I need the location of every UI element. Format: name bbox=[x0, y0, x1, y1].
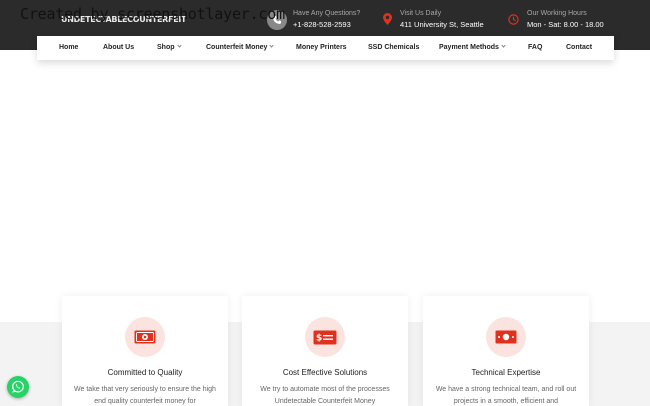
watermark-text: Created by screenshotlayer.com bbox=[20, 5, 285, 23]
svg-text:$: $ bbox=[316, 333, 322, 343]
main-nav: Home About Us Shop Counterfeit Money Mon… bbox=[37, 36, 614, 60]
contact-label: Visit Us Daily bbox=[400, 10, 442, 17]
icon-circle bbox=[125, 317, 165, 357]
money-bill-icon bbox=[134, 330, 156, 344]
icon-circle bbox=[486, 317, 526, 357]
chevron-down-icon bbox=[176, 43, 182, 48]
address-text: 411 University St, Seattle bbox=[400, 20, 484, 29]
hours-text: Mon - Sat: 8.00 - 18.00 bbox=[527, 20, 604, 29]
feature-title: Cost Effective Solutions bbox=[282, 368, 368, 377]
nav-item-money-printers[interactable]: Money Printers bbox=[296, 36, 347, 60]
nav-item-shop[interactable]: Shop bbox=[157, 36, 182, 60]
nav-item-payment-methods[interactable]: Payment Methods bbox=[439, 36, 506, 60]
whatsapp-button[interactable] bbox=[7, 376, 29, 398]
chevron-down-icon bbox=[269, 43, 275, 48]
feature-card-expertise: Technical Expertise We have a strong tec… bbox=[423, 296, 589, 406]
location-pin-icon bbox=[383, 12, 392, 30]
cash-icon bbox=[495, 330, 517, 344]
feature-title: Committed to Quality bbox=[107, 368, 183, 377]
feature-text: We try to automate most of the processes… bbox=[260, 386, 390, 405]
contact-hours: Our Working Hours Mon - Sat: 8.00 - 18.0… bbox=[508, 9, 604, 31]
clock-icon bbox=[508, 12, 519, 30]
nav-item-ssd-chemicals[interactable]: SSD Chemicals bbox=[368, 36, 419, 60]
nav-item-counterfeit-money[interactable]: Counterfeit Money bbox=[206, 36, 275, 60]
nav-item-home[interactable]: Home bbox=[59, 36, 78, 60]
nav-item-faq[interactable]: FAQ bbox=[528, 36, 542, 60]
icon-circle: $ bbox=[305, 317, 345, 357]
dollar-card-icon: $ bbox=[313, 330, 337, 344]
feature-card-cost: $ Cost Effective Solutions We try to aut… bbox=[242, 296, 408, 406]
feature-text: We take that very seriously to ensure th… bbox=[74, 386, 216, 405]
phone-number[interactable]: +1-828-528-2593 bbox=[293, 18, 360, 31]
contact-label: Have Any Questions? bbox=[293, 10, 361, 17]
chevron-down-icon bbox=[501, 43, 506, 48]
whatsapp-icon bbox=[12, 380, 24, 393]
feature-title: Technical Expertise bbox=[471, 368, 541, 377]
contact-address: Visit Us Daily 411 University St, Seattl… bbox=[383, 9, 484, 31]
contact-label: Our Working Hours bbox=[527, 10, 587, 17]
nav-item-about-us[interactable]: About Us bbox=[103, 36, 134, 60]
feature-text: We have a strong technical team, and rol… bbox=[435, 386, 577, 405]
nav-item-contact[interactable]: Contact bbox=[566, 36, 592, 60]
feature-card-quality: Committed to Quality We take that very s… bbox=[62, 296, 228, 406]
